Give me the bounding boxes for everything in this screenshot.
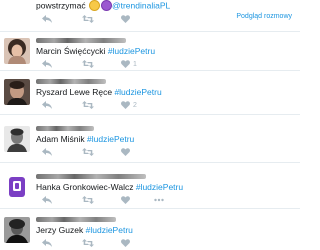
retweet-button[interactable] — [82, 238, 97, 248]
like-button[interactable]: 2 — [121, 100, 137, 110]
divider — [0, 114, 300, 115]
retweet-icon — [82, 101, 94, 109]
tweet-text: Ryszard Lewe Ręce #ludziePetru — [36, 87, 162, 97]
avatar[interactable] — [4, 217, 30, 243]
tweet-text-body: Ryszard Lewe Ręce — [36, 87, 113, 97]
view-conversation-link[interactable]: Podgląd rozmowy — [236, 13, 292, 20]
tweet-text: Jerzy Guzek #ludziePetru — [36, 225, 133, 235]
tweet-actions — [36, 238, 236, 250]
like-button[interactable] — [121, 238, 133, 248]
author-name-blurred[interactable] — [36, 38, 126, 43]
reply-button[interactable] — [42, 195, 52, 205]
grinning-face-icon — [88, 0, 100, 11]
avatar[interactable] — [4, 79, 30, 105]
reply-icon — [42, 148, 52, 156]
retweet-icon — [82, 239, 94, 247]
reply-button[interactable] — [42, 100, 52, 110]
retweet-icon — [82, 15, 94, 23]
retweet-icon — [82, 60, 94, 68]
retweet-button[interactable] — [82, 147, 97, 157]
tweet-text: powstrzymać @trendinaliaPL — [36, 0, 170, 12]
avatar[interactable] — [4, 174, 30, 200]
retweet-button[interactable] — [82, 100, 97, 110]
author-name-blurred[interactable] — [36, 217, 116, 222]
tweet-item[interactable]: Ryszard Lewe Ręce #ludziePetru 2 — [0, 73, 300, 111]
tweet-text: Adam Miśnik #ludziePetru — [36, 134, 134, 144]
reply-icon — [42, 101, 52, 109]
smiling-devil-icon — [100, 0, 112, 11]
mention-link[interactable]: @trendinaliaPL — [112, 0, 170, 10]
tweet-partial: powstrzymać @trendinaliaPL Podgląd rozmo… — [0, 0, 300, 30]
like-count: 2 — [133, 101, 137, 109]
retweet-icon — [82, 196, 94, 204]
hashtag-link[interactable]: #ludziePetru — [86, 225, 133, 235]
like-button[interactable] — [121, 147, 133, 157]
author-name-blurred[interactable] — [36, 174, 146, 179]
heart-icon — [121, 101, 130, 109]
reply-button[interactable] — [42, 147, 52, 157]
reply-button[interactable] — [42, 14, 52, 24]
more-dots-icon — [154, 198, 164, 202]
reply-button[interactable] — [42, 238, 52, 248]
tweet-text-body: Adam Miśnik — [36, 134, 85, 144]
divider — [0, 208, 300, 209]
tweet-text-body: Marcin Święćcycki — [36, 46, 106, 56]
tweet-text-body: powstrzymać — [36, 0, 86, 11]
retweet-button[interactable] — [82, 14, 94, 24]
tweet-text: Marcin Święćcycki #ludziePetru — [36, 46, 155, 56]
tweet-actions — [36, 195, 236, 207]
heart-icon — [121, 60, 130, 68]
heart-icon — [121, 196, 130, 204]
more-button[interactable] — [154, 195, 164, 205]
tweet-text-body: Hanka Gronkowiec-Walcz — [36, 182, 134, 192]
tweet-actions — [36, 14, 236, 26]
retweet-icon — [82, 148, 94, 156]
tweet-text: Hanka Gronkowiec-Walcz #ludziePetru — [36, 182, 183, 192]
heart-icon — [121, 15, 130, 23]
reply-icon — [42, 15, 52, 23]
avatar[interactable] — [4, 126, 30, 152]
reply-icon — [42, 60, 52, 68]
reply-icon — [42, 239, 52, 247]
retweet-button[interactable] — [82, 59, 97, 69]
like-button[interactable] — [121, 195, 133, 205]
heart-icon — [121, 148, 130, 156]
like-button[interactable] — [121, 14, 130, 24]
divider — [0, 70, 300, 71]
avatar[interactable] — [4, 38, 30, 64]
heart-icon — [121, 239, 130, 247]
tweet-item[interactable]: Marcin Święćcycki #ludziePetru 1 — [0, 32, 300, 70]
reply-button[interactable] — [42, 59, 52, 69]
like-button[interactable]: 1 — [121, 59, 137, 69]
like-count: 1 — [133, 60, 137, 68]
retweet-button[interactable] — [82, 195, 97, 205]
reply-icon — [42, 196, 52, 204]
tweet-actions: 2 — [36, 100, 236, 112]
tweet-item[interactable]: Hanka Gronkowiec-Walcz #ludziePetru — [0, 168, 300, 206]
hashtag-link[interactable]: #ludziePetru — [108, 46, 155, 56]
divider — [0, 162, 300, 163]
hashtag-link[interactable]: #ludziePetru — [114, 87, 161, 97]
author-name-blurred[interactable] — [36, 126, 94, 131]
hashtag-link[interactable]: #ludziePetru — [136, 182, 183, 192]
tweet-text-body: Jerzy Guzek — [36, 225, 84, 235]
emoji-group — [88, 0, 112, 12]
tweet-item[interactable]: Adam Miśnik #ludziePetru — [0, 120, 300, 158]
tweet-feed: powstrzymać @trendinaliaPL Podgląd rozmo… — [0, 0, 300, 250]
hashtag-link[interactable]: #ludziePetru — [87, 134, 134, 144]
tweet-actions — [36, 147, 236, 159]
author-name-blurred[interactable] — [36, 79, 106, 84]
tweet-item[interactable]: Jerzy Guzek #ludziePetru — [0, 211, 300, 249]
